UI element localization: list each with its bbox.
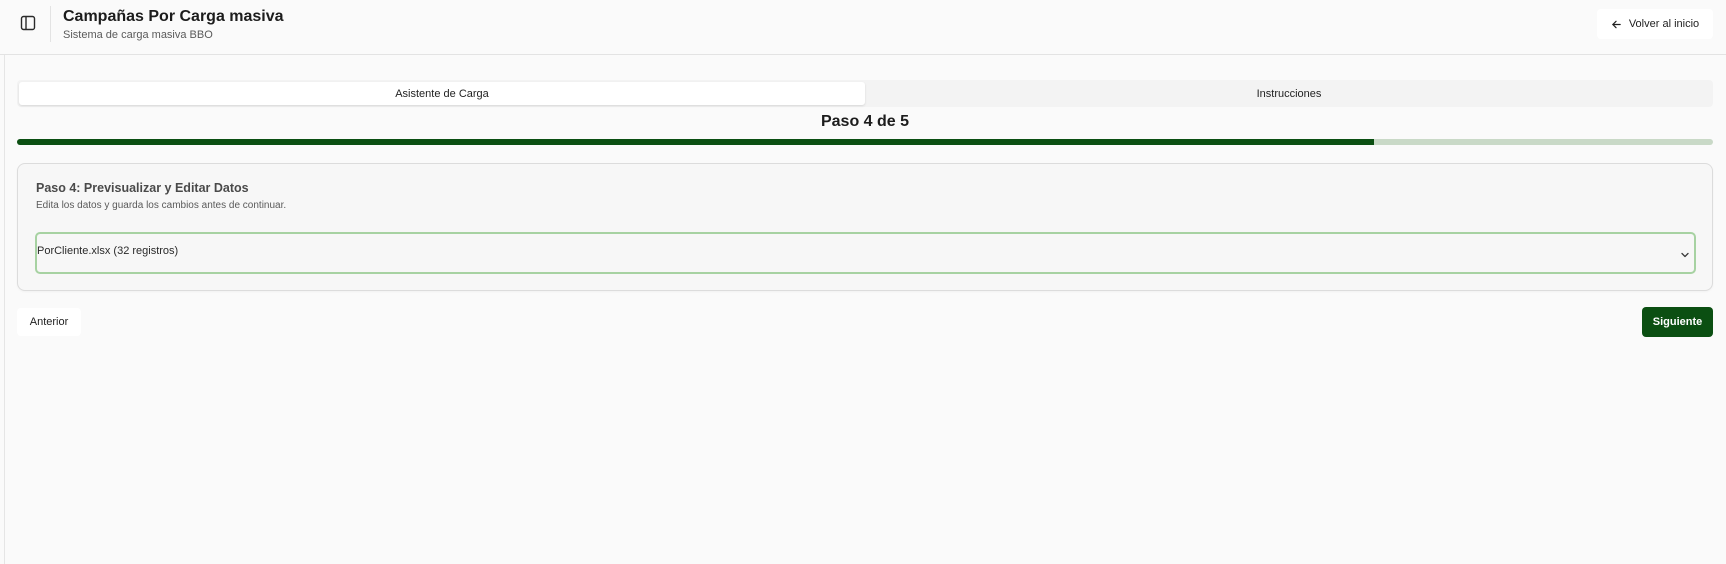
page-title: Campañas Por Carga masiva — [63, 8, 284, 25]
arrow-left-icon — [1611, 19, 1622, 30]
step-card: Paso 4: Previsualizar y Editar Datos Edi… — [17, 163, 1713, 291]
progress-bar — [17, 139, 1713, 145]
step-indicator: Paso 4 de 5 — [820, 113, 910, 130]
page-header: Campañas Por Carga masiva Sistema de car… — [0, 0, 1726, 55]
left-edge-divider — [4, 55, 5, 564]
tab-asistente-de-carga[interactable]: Asistente de Carga — [19, 82, 865, 105]
back-button-label: Volver al inicio — [1628, 18, 1700, 30]
chevron-down-icon — [1680, 247, 1690, 258]
header-divider — [50, 6, 51, 42]
card-title: Paso 4: Previsualizar y Editar Datos — [36, 181, 249, 195]
sidebar-toggle-button[interactable] — [18, 15, 38, 35]
tab-list: Asistente de Carga Instrucciones — [17, 80, 1713, 107]
sidebar-panel-icon — [20, 15, 36, 36]
back-to-home-button[interactable]: Volver al inicio — [1597, 9, 1713, 39]
app-frame: Campañas Por Carga masiva Sistema de car… — [0, 0, 1726, 564]
progress-bar-fill — [17, 139, 1374, 145]
card-description: Edita los datos y guarda los cambios ant… — [36, 200, 287, 211]
previous-button[interactable]: Anterior — [17, 308, 81, 336]
tab-instrucciones[interactable]: Instrucciones — [867, 82, 1711, 105]
file-select-value: PorCliente.xlsx (32 registros) — [37, 245, 179, 257]
file-select-dropdown[interactable]: PorCliente.xlsx (32 registros) — [35, 232, 1696, 274]
page-subtitle: Sistema de carga masiva BBO — [63, 29, 213, 41]
next-button[interactable]: Siguiente — [1642, 307, 1713, 337]
